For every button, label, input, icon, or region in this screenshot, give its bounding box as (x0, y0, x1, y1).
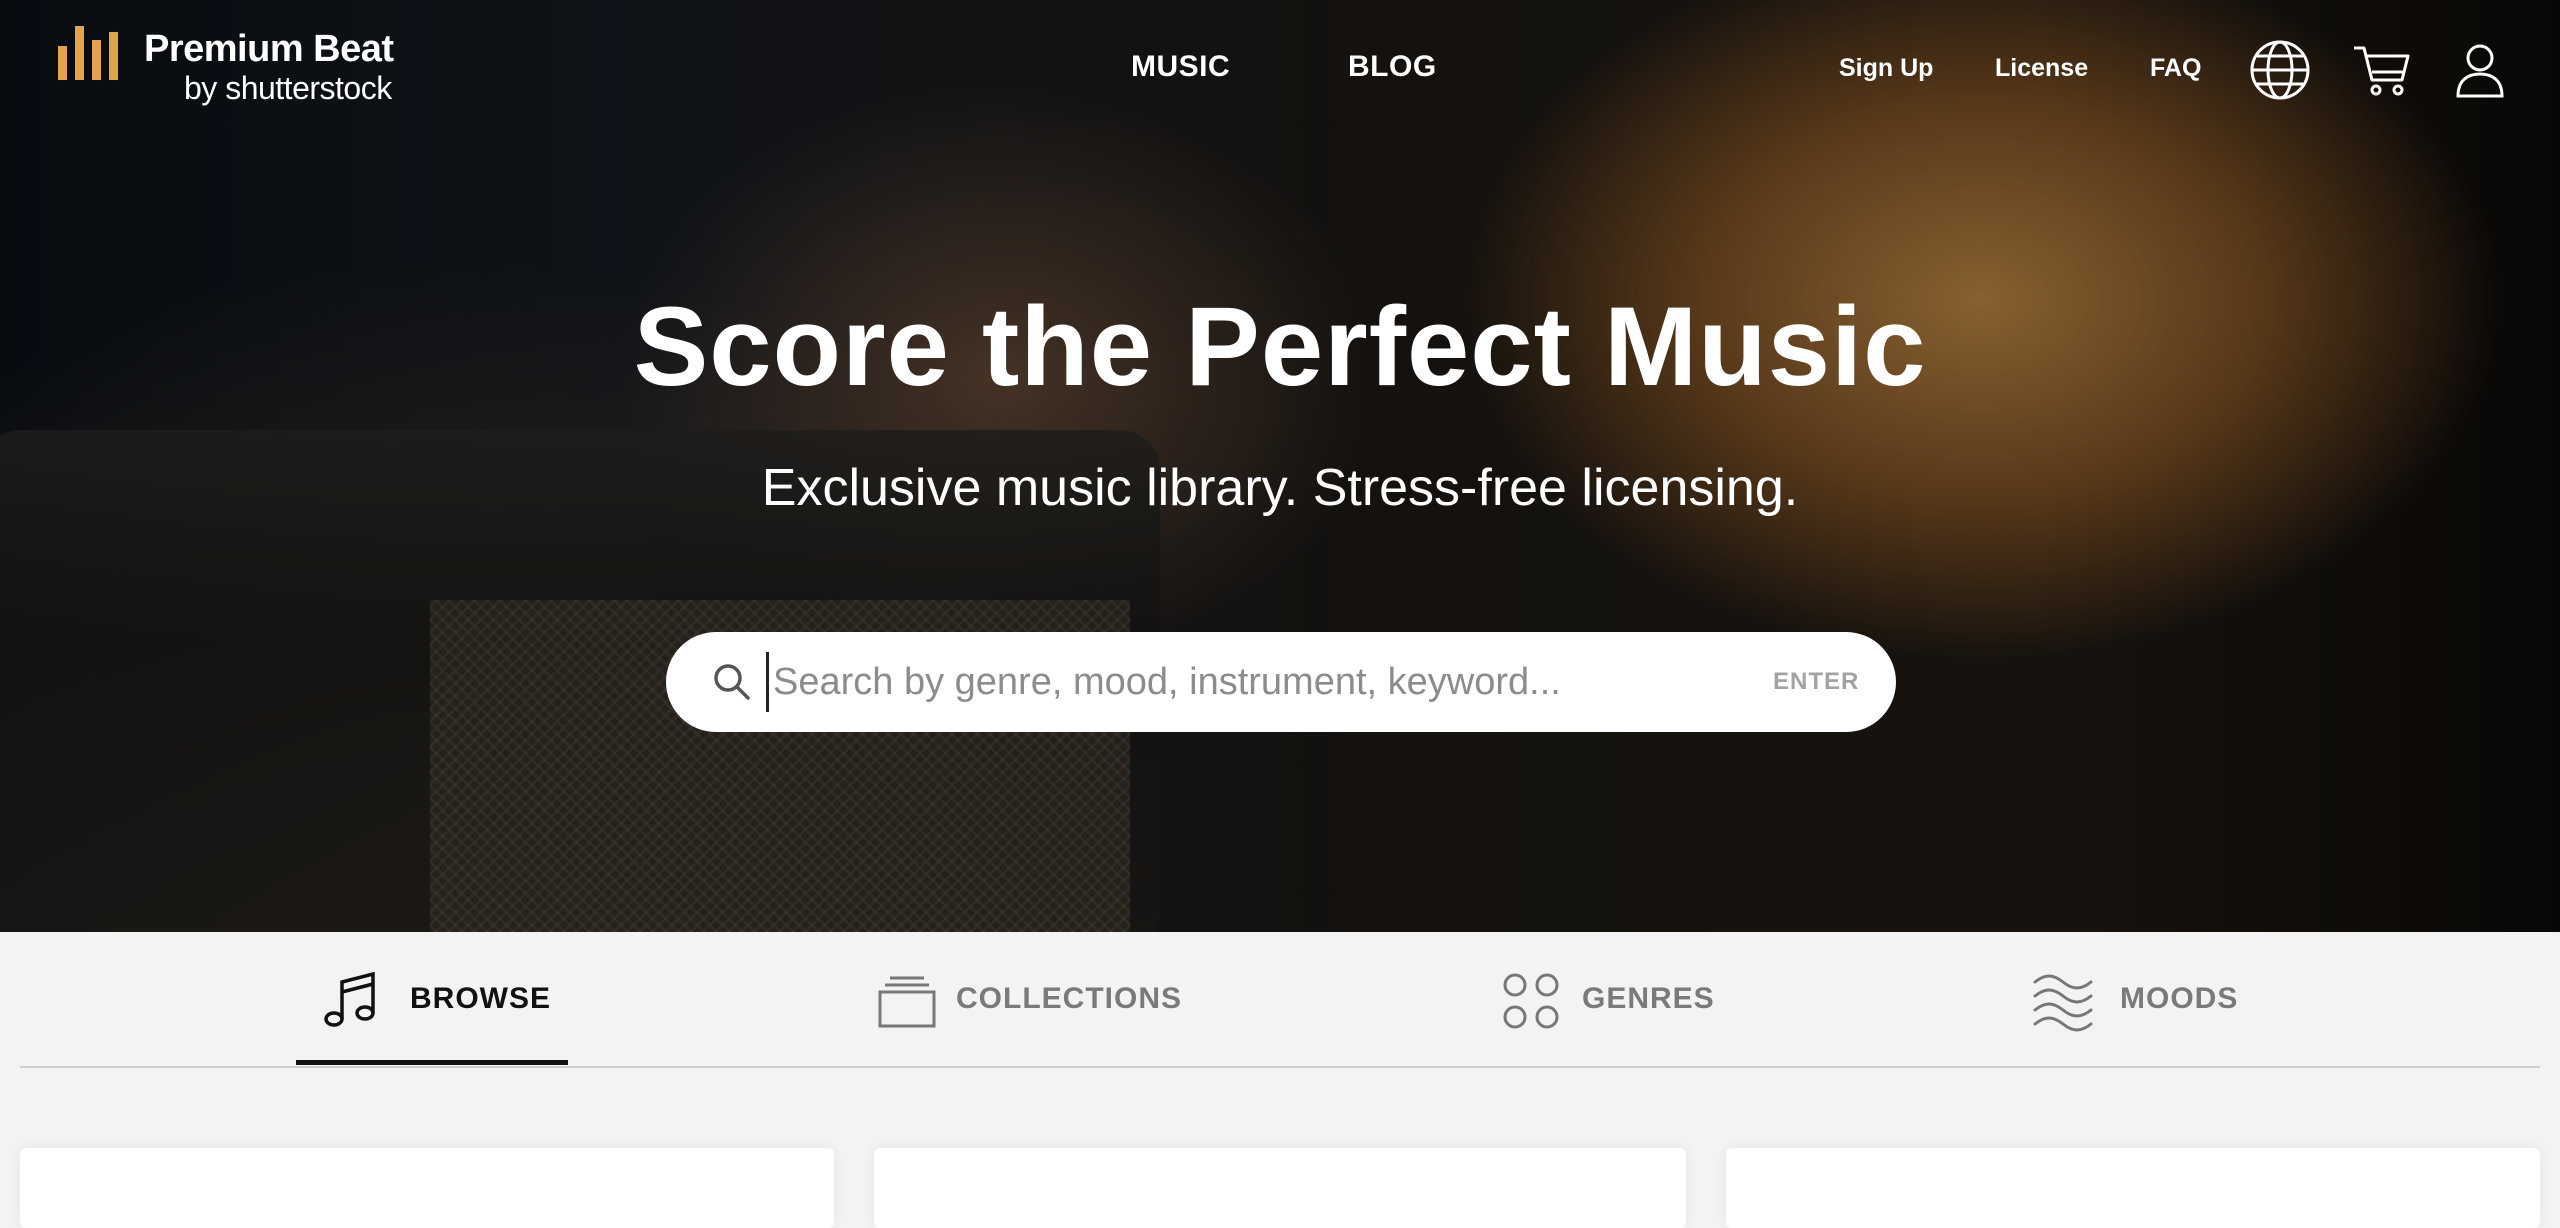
tab-genres-label: GENRES (1582, 982, 1715, 1015)
nav-sign-up-link[interactable]: Sign Up (1839, 54, 1933, 83)
nav-faq-link[interactable]: FAQ (2150, 54, 2201, 83)
tab-browse[interactable]: BROWSE (320, 932, 560, 1068)
tab-moods[interactable]: MOODS (2032, 932, 2272, 1068)
cart-icon[interactable] (2350, 38, 2414, 102)
user-icon[interactable] (2448, 38, 2512, 102)
hero-headline: Score the Perfect Music (633, 284, 1927, 409)
genres-icon (1500, 970, 1562, 1032)
search-input[interactable] (766, 652, 1666, 712)
nav-blog-link[interactable]: BLOG (1348, 50, 1437, 84)
content-card[interactable] (20, 1148, 834, 1228)
search-icon[interactable] (710, 660, 754, 704)
logo-bars-icon (58, 24, 128, 80)
music-note-icon (320, 970, 382, 1032)
active-tab-indicator (296, 1060, 568, 1065)
tab-genres[interactable]: GENRES (1500, 932, 1740, 1068)
nav-music-link[interactable]: MUSIC (1131, 50, 1230, 84)
brand-name: Premium Beat (144, 28, 394, 70)
content-card[interactable] (1726, 1148, 2540, 1228)
tab-collections-label: COLLECTIONS (956, 982, 1182, 1015)
tab-browse-label: BROWSE (410, 982, 551, 1015)
search-enter-label[interactable]: ENTER (1773, 668, 1859, 696)
globe-icon[interactable] (2248, 38, 2312, 102)
hero-subheadline: Exclusive music library. Stress-free lic… (761, 459, 1799, 517)
tab-collections[interactable]: COLLECTIONS (876, 932, 1206, 1068)
top-navigation: Premium Beat by shutterstock MUSIC BLOG … (0, 0, 2560, 140)
nav-license-link[interactable]: License (1995, 54, 2088, 83)
collections-icon (876, 970, 938, 1032)
brand-byline: by shutterstock (184, 70, 392, 106)
content-card[interactable] (874, 1148, 1686, 1228)
tab-moods-label: MOODS (2120, 982, 2239, 1015)
moods-icon (2032, 970, 2094, 1032)
brand-logo[interactable]: Premium Beat by shutterstock (58, 24, 418, 114)
search-bar[interactable]: ENTER (666, 632, 1896, 732)
category-tabs: BROWSE COLLECTIONS GENRES MOODS (20, 932, 2540, 1068)
